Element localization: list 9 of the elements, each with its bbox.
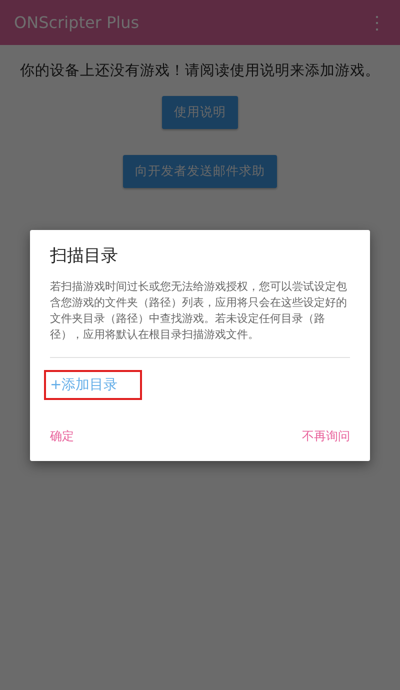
dialog-button[interactable]: 确定 — [50, 424, 74, 448]
dialog-title: 扫描目录 — [50, 244, 119, 266]
app-title: ONScripter Plus — [14, 13, 140, 32]
dialog-button[interactable]: 不再询问 — [302, 424, 350, 448]
add-directory-link[interactable]: +添加目录 — [44, 370, 142, 400]
dialog-text: 若扫描游戏时间过长或您无法给游戏授权，您可以尝试设定包含您游戏的文件夹（路径）列表，应用将只会在这些设定好的文件夹目录（路径）中查找游戏。若未设定任何目录（路径），应用将默认在根目录扫描游戏文件。 — [50, 278, 348, 342]
empty-message: 你的设备上还没有游戏！请阅读使用说明来添加游戏。 — [19, 62, 381, 80]
action-button[interactable]: 使用说明 — [162, 96, 238, 129]
action-button[interactable]: 向开发者发送邮件求助 — [123, 155, 277, 188]
